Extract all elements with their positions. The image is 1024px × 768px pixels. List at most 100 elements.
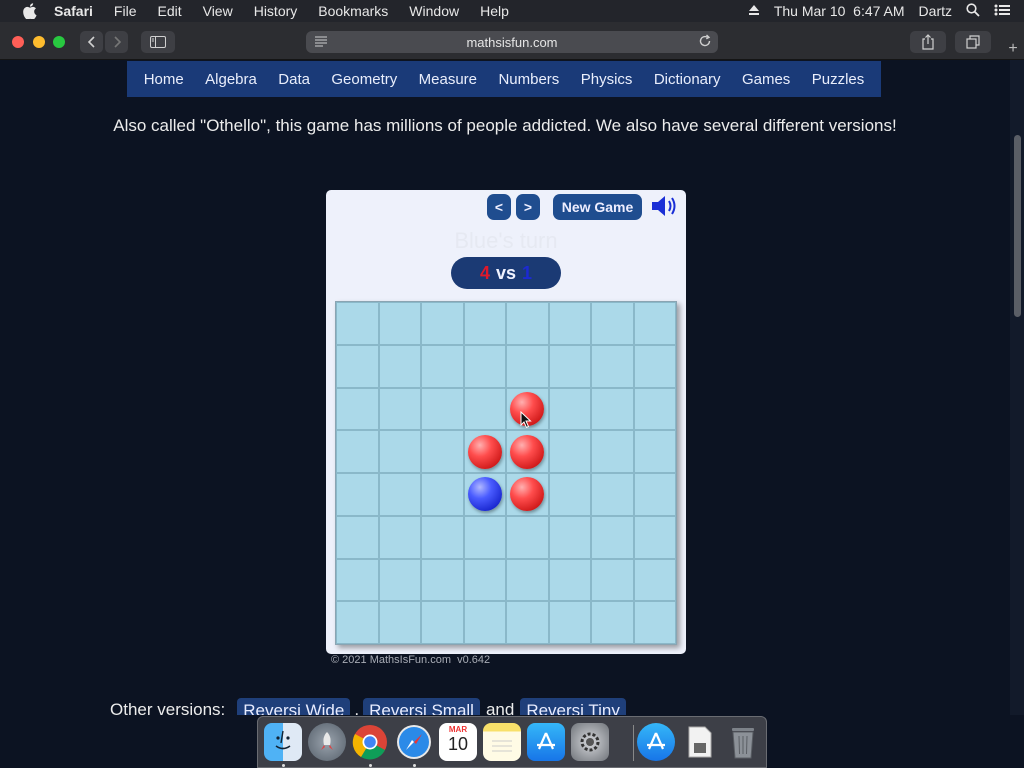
- new-game-button[interactable]: New Game: [553, 194, 642, 220]
- back-button[interactable]: [80, 31, 103, 53]
- nav-dictionary[interactable]: Dictionary: [654, 71, 721, 88]
- trash-icon[interactable]: [724, 723, 762, 761]
- board-cell[interactable]: [506, 558, 549, 602]
- board-cell[interactable]: [336, 387, 379, 431]
- board-cell[interactable]: [506, 601, 549, 644]
- board-cell[interactable]: [336, 430, 379, 473]
- board-cell[interactable]: [463, 344, 506, 388]
- menu-bookmarks[interactable]: Bookmarks: [318, 3, 388, 19]
- app-store-icon[interactable]: [527, 723, 565, 761]
- minimize-window-button[interactable]: [33, 36, 45, 48]
- board-cell[interactable]: [421, 387, 464, 431]
- board-cell[interactable]: [548, 344, 591, 388]
- board-cell[interactable]: [548, 473, 591, 516]
- finder-icon[interactable]: [264, 723, 302, 761]
- board-cell[interactable]: [506, 302, 549, 345]
- board-cell[interactable]: [378, 558, 421, 602]
- game-board[interactable]: [335, 301, 677, 645]
- board-cell[interactable]: [591, 430, 634, 473]
- board-cell[interactable]: [591, 387, 634, 431]
- board-cell[interactable]: [591, 473, 634, 516]
- control-center-icon[interactable]: [994, 3, 1010, 19]
- board-cell[interactable]: [463, 515, 506, 559]
- board-cell[interactable]: [633, 302, 676, 345]
- board-cell[interactable]: [421, 344, 464, 388]
- reload-icon[interactable]: [698, 34, 712, 51]
- documents-stack-icon[interactable]: [681, 723, 719, 761]
- reversi-small-link[interactable]: Reversi Small: [363, 698, 480, 715]
- board-cell[interactable]: [463, 473, 506, 516]
- board-cell[interactable]: [633, 558, 676, 602]
- board-cell[interactable]: [336, 515, 379, 559]
- board-cell[interactable]: [421, 558, 464, 602]
- nav-puzzles[interactable]: Puzzles: [812, 71, 865, 88]
- board-cell[interactable]: [633, 473, 676, 516]
- menu-window[interactable]: Window: [409, 3, 459, 19]
- close-window-button[interactable]: [12, 36, 24, 48]
- zoom-window-button[interactable]: [53, 36, 65, 48]
- board-cell[interactable]: [463, 302, 506, 345]
- calendar-icon[interactable]: MAR 10: [439, 723, 477, 761]
- board-cell[interactable]: [548, 387, 591, 431]
- nav-measure[interactable]: Measure: [419, 71, 477, 88]
- menu-file[interactable]: File: [114, 3, 137, 19]
- board-cell[interactable]: [378, 601, 421, 644]
- board-cell[interactable]: [506, 430, 549, 473]
- board-cell[interactable]: [633, 387, 676, 431]
- menu-view[interactable]: View: [203, 3, 233, 19]
- safari-icon[interactable]: [395, 723, 433, 761]
- board-cell[interactable]: [421, 515, 464, 559]
- board-cell[interactable]: [591, 344, 634, 388]
- system-preferences-icon[interactable]: [571, 723, 609, 761]
- nav-physics[interactable]: Physics: [581, 71, 633, 88]
- board-cell[interactable]: [378, 387, 421, 431]
- board-cell[interactable]: [336, 302, 379, 345]
- user-name[interactable]: Dartz: [919, 3, 952, 19]
- redo-button[interactable]: >: [516, 194, 540, 220]
- board-cell[interactable]: [421, 601, 464, 644]
- scrollbar-thumb[interactable]: [1014, 135, 1021, 317]
- nav-geometry[interactable]: Geometry: [331, 71, 397, 88]
- nav-games[interactable]: Games: [742, 71, 790, 88]
- board-cell[interactable]: [463, 387, 506, 431]
- board-cell[interactable]: [421, 430, 464, 473]
- menu-edit[interactable]: Edit: [157, 3, 181, 19]
- new-tab-icon[interactable]: +: [1004, 40, 1022, 58]
- tabs-overview-button[interactable]: [955, 31, 991, 53]
- reversi-tiny-link[interactable]: Reversi Tiny: [520, 698, 626, 715]
- launchpad-icon[interactable]: [308, 723, 346, 761]
- board-cell[interactable]: [378, 430, 421, 473]
- board-cell[interactable]: [591, 302, 634, 345]
- address-bar[interactable]: mathsisfun.com: [306, 31, 718, 53]
- board-cell[interactable]: [378, 344, 421, 388]
- board-cell[interactable]: [548, 430, 591, 473]
- board-cell[interactable]: [548, 302, 591, 345]
- board-cell[interactable]: [633, 601, 676, 644]
- apple-logo-icon[interactable]: [20, 3, 40, 19]
- board-cell[interactable]: [591, 558, 634, 602]
- board-cell[interactable]: [421, 473, 464, 516]
- menu-help[interactable]: Help: [480, 3, 509, 19]
- board-cell[interactable]: [548, 558, 591, 602]
- board-cell[interactable]: [378, 473, 421, 516]
- board-cell[interactable]: [633, 515, 676, 559]
- board-cell[interactable]: [336, 558, 379, 602]
- chrome-icon[interactable]: [351, 723, 389, 761]
- board-cell[interactable]: [506, 344, 549, 388]
- board-cell[interactable]: [548, 515, 591, 559]
- board-cell[interactable]: [591, 515, 634, 559]
- board-cell[interactable]: [506, 473, 549, 516]
- board-cell[interactable]: [463, 430, 506, 473]
- board-cell[interactable]: [336, 601, 379, 644]
- nav-data[interactable]: Data: [278, 71, 310, 88]
- nav-numbers[interactable]: Numbers: [498, 71, 559, 88]
- board-cell[interactable]: [378, 515, 421, 559]
- notes-icon[interactable]: [483, 723, 521, 761]
- board-cell[interactable]: [548, 601, 591, 644]
- reader-icon[interactable]: [314, 35, 328, 50]
- menu-history[interactable]: History: [254, 3, 298, 19]
- undo-button[interactable]: <: [487, 194, 511, 220]
- clock-text[interactable]: Thu Mar 10 6:47 AM: [774, 3, 905, 19]
- board-cell[interactable]: [421, 302, 464, 345]
- sound-speaker-icon[interactable]: [650, 194, 680, 223]
